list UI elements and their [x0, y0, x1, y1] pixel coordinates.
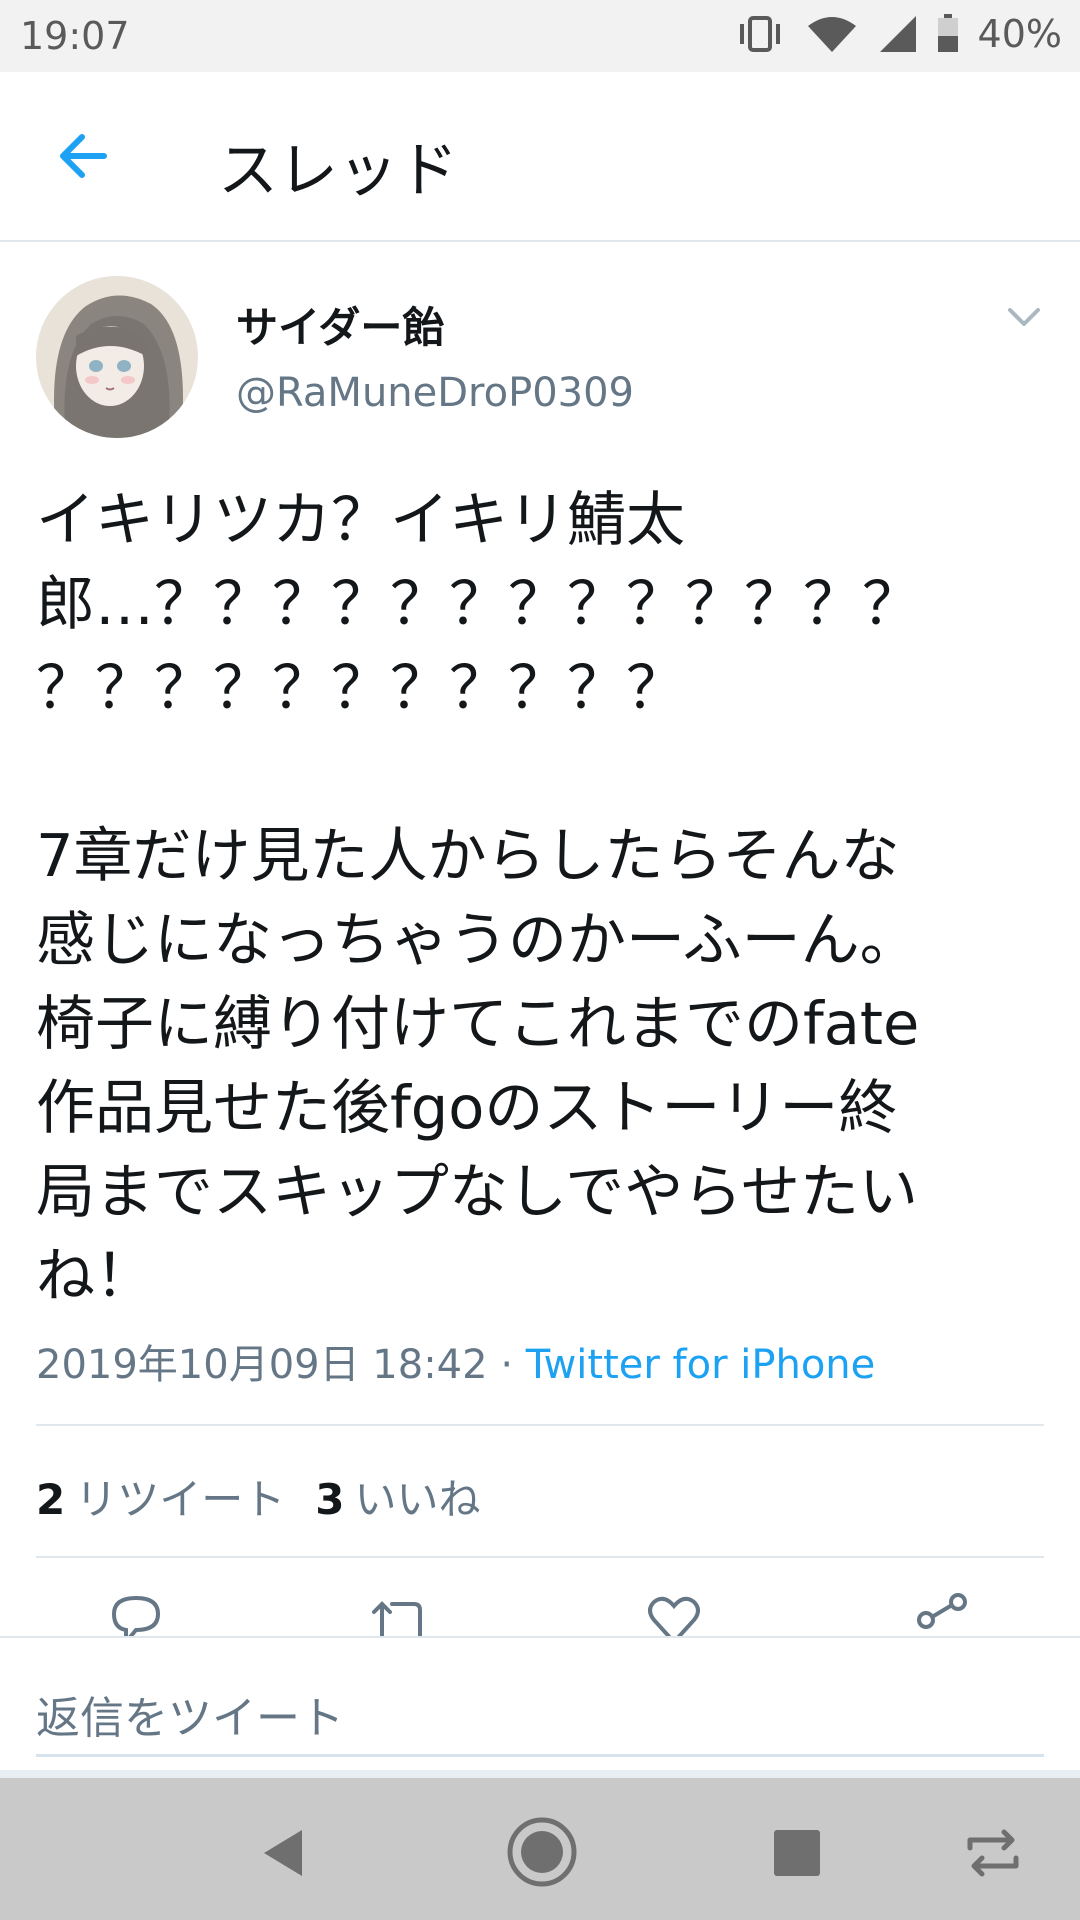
- battery-percent: 40%: [977, 12, 1062, 56]
- user-handle[interactable]: @RaMuneDroP0309: [236, 370, 634, 416]
- retweet-icon[interactable]: [370, 1590, 430, 1636]
- recents-square-icon[interactable]: [762, 1818, 832, 1888]
- share-icon[interactable]: [912, 1590, 972, 1636]
- like-stat[interactable]: 3 いいね: [315, 1466, 480, 1527]
- signal-icon: [878, 14, 918, 54]
- reply-bar-shadow: [0, 1770, 1080, 1778]
- tweet-text: イキリツカ？イキリ鯖太 郎…？？？？？？？？？？？？？ ？？？？？？？？？？？ …: [36, 485, 922, 1310]
- back-arrow-icon[interactable]: [52, 124, 116, 188]
- status-time: 19:07: [20, 14, 130, 58]
- retweet-stat[interactable]: 2 リツイート: [36, 1466, 285, 1527]
- rotate-icon[interactable]: [958, 1818, 1028, 1888]
- retweet-count: 2: [36, 1475, 66, 1524]
- tweet-author: サイダー飴 @RaMuneDroP0309: [36, 276, 1046, 440]
- reply-icon[interactable]: [106, 1590, 166, 1636]
- retweet-label: リツイート: [75, 1475, 286, 1524]
- reply-bar: 返信をツイート: [0, 1636, 1080, 1778]
- status-bar: 19:07 40%: [0, 0, 1080, 72]
- status-icons: 40%: [734, 12, 1062, 56]
- header: スレッド: [0, 72, 1080, 242]
- meta-separator: ·: [500, 1342, 514, 1388]
- avatar[interactable]: [36, 276, 198, 438]
- page-title: スレッド: [218, 136, 458, 206]
- tweet-timestamp[interactable]: 2019年10月09日 18:42: [36, 1342, 488, 1388]
- tweet-actions: [0, 1590, 1080, 1636]
- tweet-meta: 2019年10月09日 18:42 · Twitter for iPhone: [36, 1332, 875, 1390]
- home-circle-icon[interactable]: [504, 1814, 580, 1890]
- battery-icon: [936, 14, 960, 54]
- like-label: いいね: [354, 1475, 481, 1524]
- vibrate-icon: [734, 14, 786, 54]
- system-nav-bar: [0, 1778, 1080, 1920]
- display-name[interactable]: サイダー飴: [236, 294, 444, 355]
- reply-input[interactable]: 返信をツイート: [36, 1682, 1044, 1757]
- like-icon[interactable]: [644, 1590, 704, 1636]
- divider: [36, 1556, 1044, 1558]
- like-count: 3: [315, 1475, 345, 1524]
- tweet-source[interactable]: Twitter for iPhone: [526, 1342, 876, 1388]
- divider: [36, 1424, 1044, 1426]
- wifi-icon: [804, 14, 860, 54]
- chevron-down-icon[interactable]: [1002, 302, 1046, 332]
- back-triangle-icon[interactable]: [250, 1818, 320, 1888]
- tweet-stats: 2 リツイート 3 いいね: [36, 1466, 481, 1527]
